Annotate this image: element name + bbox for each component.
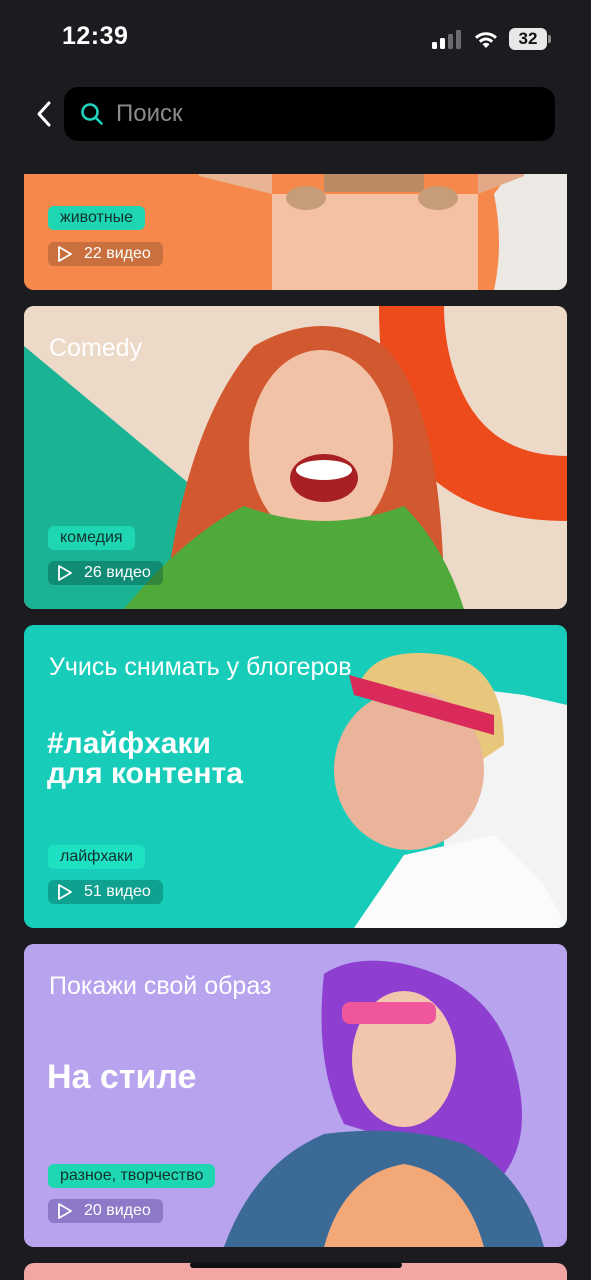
play-icon bbox=[58, 565, 72, 581]
category-tag: комедия bbox=[48, 526, 135, 550]
headline-line: #лайфхаки bbox=[47, 727, 211, 760]
battery-level: 32 bbox=[509, 28, 547, 50]
card-title: Comedy bbox=[49, 334, 143, 362]
headline-line: для контента bbox=[47, 757, 243, 790]
category-card-comedy[interactable]: Comedy комедия 26 видео bbox=[24, 306, 567, 609]
category-card-style[interactable]: Покажи свой образ На стиле разное, творч… bbox=[24, 944, 567, 1247]
home-indicator bbox=[190, 1262, 402, 1268]
signal-icon bbox=[432, 30, 461, 49]
battery-tip bbox=[548, 35, 551, 43]
search-icon bbox=[81, 103, 103, 125]
wifi-icon bbox=[475, 32, 497, 48]
video-count: 20 видео bbox=[84, 1202, 151, 1219]
headline-line: На стиле bbox=[47, 1058, 197, 1096]
video-count: 26 видео bbox=[84, 564, 151, 581]
category-list[interactable]: животные 22 видео Comedy комедия 26 виде… bbox=[0, 174, 591, 1280]
status-bar: 12:39 32 bbox=[0, 0, 591, 76]
card-headline: На стиле bbox=[47, 1058, 197, 1096]
video-count: 22 видео bbox=[84, 245, 151, 262]
video-count-badge: 20 видео bbox=[48, 1199, 163, 1223]
category-card-lifehacks[interactable]: Учись снимать у блогеров #лайфхаки для к… bbox=[24, 625, 567, 928]
search-input[interactable] bbox=[116, 100, 516, 128]
play-icon bbox=[58, 1203, 72, 1219]
card-headline: #лайфхаки для контента bbox=[47, 729, 243, 789]
play-icon bbox=[58, 246, 72, 262]
video-count-badge: 51 видео bbox=[48, 880, 163, 904]
category-tag: животные bbox=[48, 206, 146, 230]
chevron-left-icon bbox=[37, 101, 51, 127]
status-time: 12:39 bbox=[62, 22, 129, 50]
video-count-badge: 22 видео bbox=[48, 242, 163, 266]
card-illustration bbox=[24, 174, 567, 290]
video-count-badge: 26 видео bbox=[48, 561, 163, 585]
card-title: Учись снимать у блогеров bbox=[49, 653, 352, 681]
video-count: 51 видео bbox=[84, 883, 151, 900]
category-card-animals[interactable]: животные 22 видео bbox=[24, 174, 567, 290]
search-bar[interactable] bbox=[64, 87, 555, 141]
card-title: Покажи свой образ bbox=[49, 972, 272, 1000]
back-button[interactable] bbox=[28, 96, 60, 132]
category-tag: лайфхаки bbox=[48, 845, 145, 869]
category-tag: разное, творчество bbox=[48, 1164, 216, 1188]
play-icon bbox=[58, 884, 72, 900]
battery-icon: 32 bbox=[509, 28, 551, 50]
